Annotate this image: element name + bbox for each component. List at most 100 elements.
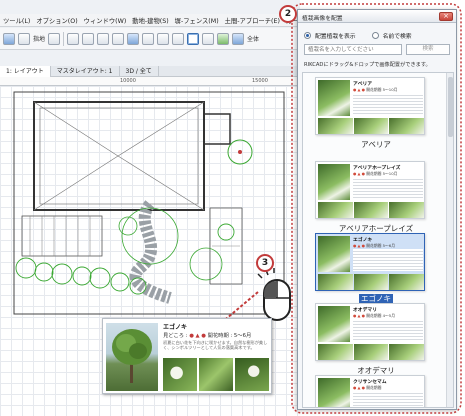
plant-photo [318, 164, 350, 200]
card-description [353, 391, 423, 407]
snap-icon[interactable] [187, 32, 200, 45]
plant-card[interactable]: アベリアホープレイズ ● ▲ ● 開花期間 5〜10月 [315, 161, 425, 219]
zoom-out-icon[interactable] [82, 32, 95, 45]
plant-photo [318, 306, 350, 342]
card-name: アベリアホープレイズ [353, 166, 401, 171]
trim-icon[interactable] [157, 32, 170, 45]
card-name: アベリア [353, 82, 373, 87]
ruler-label: 10000 [120, 78, 136, 84]
plant-description: 初夏に白い花を下向きに咲かせます。自然な樹形が美しく、シンボルツリーとして人気の… [163, 340, 268, 350]
copy-icon[interactable] [3, 32, 15, 45]
menu-bar: ツール(L) オプション(O) ウィンドウ(W) 動地-建物(S) 塀-フェンス… [0, 14, 300, 27]
radio-search-label: 名前で検索 [382, 34, 412, 40]
scope-dropdown[interactable]: 指地 [33, 34, 45, 43]
menu-wall-fence[interactable]: 塀-フェンス(M) [172, 16, 222, 25]
main-toolbar: 指地 全体 [0, 28, 300, 50]
menu-tools[interactable]: ツール(L) [0, 16, 33, 25]
card-name: クリサンセマム [353, 380, 387, 385]
roof-line [117, 101, 205, 157]
pan-icon[interactable] [97, 32, 110, 45]
radio-display-label: 配置植栽を表示 [315, 34, 356, 40]
lookout-label: 見どころ : [163, 333, 188, 339]
flowering-period: 開花時期 : 5～6月 [207, 333, 252, 339]
plant-thumbnails [163, 358, 269, 391]
plant-list[interactable]: アベリア ● ▲ ● 開花期間 5〜10月 アベリア アベリアホープレイズ ● … [302, 72, 454, 408]
tab-master-layout[interactable]: マスタレイアウト: 1 [51, 65, 120, 77]
plant-symbol [189, 247, 223, 281]
pin-icon[interactable] [127, 32, 140, 45]
zoom-in-icon[interactable] [67, 32, 80, 45]
cad-window: ツール(L) オプション(O) ウィンドウ(W) 動地-建物(S) 塀-フェンス… [0, 0, 300, 416]
callout-step-2: 2 [279, 5, 297, 23]
panel-titlebar[interactable]: 植栽画像を配置 × [298, 10, 456, 23]
plant-photo [318, 80, 350, 116]
card-thumbnails [318, 274, 424, 290]
callout-step-3: 3 [256, 254, 274, 272]
house-inner-wall [39, 107, 199, 205]
display-mode-radios: 配置植栽を表示 名前で検索 [304, 31, 412, 40]
card-period: 開花期間 5〜10月 [366, 171, 398, 176]
radio-display-placed[interactable] [304, 32, 311, 39]
plant-photo [318, 236, 350, 272]
roof-line [33, 155, 119, 211]
mouse-icon [257, 268, 291, 321]
menu-site-building[interactable]: 動地-建物(S) [129, 16, 171, 25]
settings-icon[interactable] [232, 32, 245, 45]
card-period: 開花期間 [366, 385, 382, 390]
roof-line [117, 155, 205, 211]
grid-icon[interactable] [172, 32, 185, 45]
rotate-icon[interactable] [112, 32, 125, 45]
search-button[interactable]: 検索 [406, 44, 450, 55]
radio-search-name[interactable] [371, 32, 379, 39]
view-icon[interactable] [202, 32, 215, 45]
plant-card[interactable]: アベリア ● ▲ ● 開花期間 5〜10月 [315, 77, 425, 135]
plant-symbol [110, 272, 130, 292]
plant-search-input[interactable] [304, 44, 402, 55]
menu-paving-approach[interactable]: 土間-アプローチ(E) [222, 16, 283, 25]
card-name: エゴノキ [353, 238, 373, 243]
close-icon[interactable]: × [439, 12, 453, 21]
scrollbar-thumb[interactable] [448, 77, 453, 137]
roof-line [33, 101, 119, 157]
plant-info-card[interactable]: エゴノキ 見どころ : ● ▲ ● 開花時期 : 5～6月 初夏に白い花を下向き… [102, 318, 272, 394]
zoom-dropdown[interactable]: 全体 [247, 34, 259, 43]
plant-card[interactable]: エゴノキ ● ▲ ● 開花期間 5〜6月 [315, 233, 425, 291]
ruler-label: 15000 [252, 78, 268, 84]
card-period: 開花期間 5〜10月 [366, 87, 398, 92]
card-thumbnails [318, 344, 424, 360]
layer-icon[interactable] [48, 32, 61, 45]
measure-icon[interactable] [142, 32, 155, 45]
plant-label: アベリア [361, 140, 391, 149]
plant-attributes: 見どころ : ● ▲ ● 開花時期 : 5～6月 [163, 331, 251, 339]
plant-symbol [89, 267, 111, 289]
plant-symbol [72, 266, 92, 286]
card-description [353, 249, 423, 271]
card-name: オオデマリ [353, 308, 377, 313]
plant-icon[interactable] [217, 32, 230, 45]
card-period: 開花期間 4〜5月 [366, 313, 396, 318]
stepping-stone-path [129, 200, 172, 304]
menu-options[interactable]: オプション(O) [33, 16, 80, 25]
attribute-icons: ● ▲ ● [189, 333, 206, 339]
plant-image-panel: 植栽画像を配置 × 配置植栽を表示 名前で検索 検索 RIKCADにドラッグ&ド… [297, 9, 457, 410]
select-icon[interactable] [18, 32, 30, 45]
panel-title: 植栽画像を配置 [302, 16, 343, 22]
list-scrollbar[interactable] [446, 73, 453, 407]
plant-symbol [34, 262, 54, 282]
layout-tab-bar: 1: レイアウト マスタレイアウト: 1 3D / 全て [0, 65, 300, 77]
menu-window[interactable]: ウィンドウ(W) [81, 16, 130, 25]
garage-block [203, 113, 231, 145]
tree-illustration [112, 329, 152, 383]
flower-thumbnail [235, 358, 269, 391]
card-thumbnails [318, 202, 424, 218]
card-thumbnails [318, 118, 424, 134]
plant-card[interactable]: クリサンセマム ● ▲ ● 開花期間 [315, 375, 425, 407]
plant-card[interactable]: オオデマリ ● ▲ ● 開花期間 4〜5月 [315, 303, 425, 361]
tab-layout[interactable]: 1: レイアウト [0, 65, 51, 77]
plant-name: エゴノキ [163, 324, 188, 331]
plant-symbol [51, 263, 73, 285]
card-description [353, 177, 423, 199]
tab-3d-view[interactable]: 3D / 全て [120, 65, 159, 77]
plant-symbol [118, 216, 138, 236]
drag-drop-hint: RIKCADにドラッグ&ドロップで画像配置ができます。 [304, 62, 431, 68]
